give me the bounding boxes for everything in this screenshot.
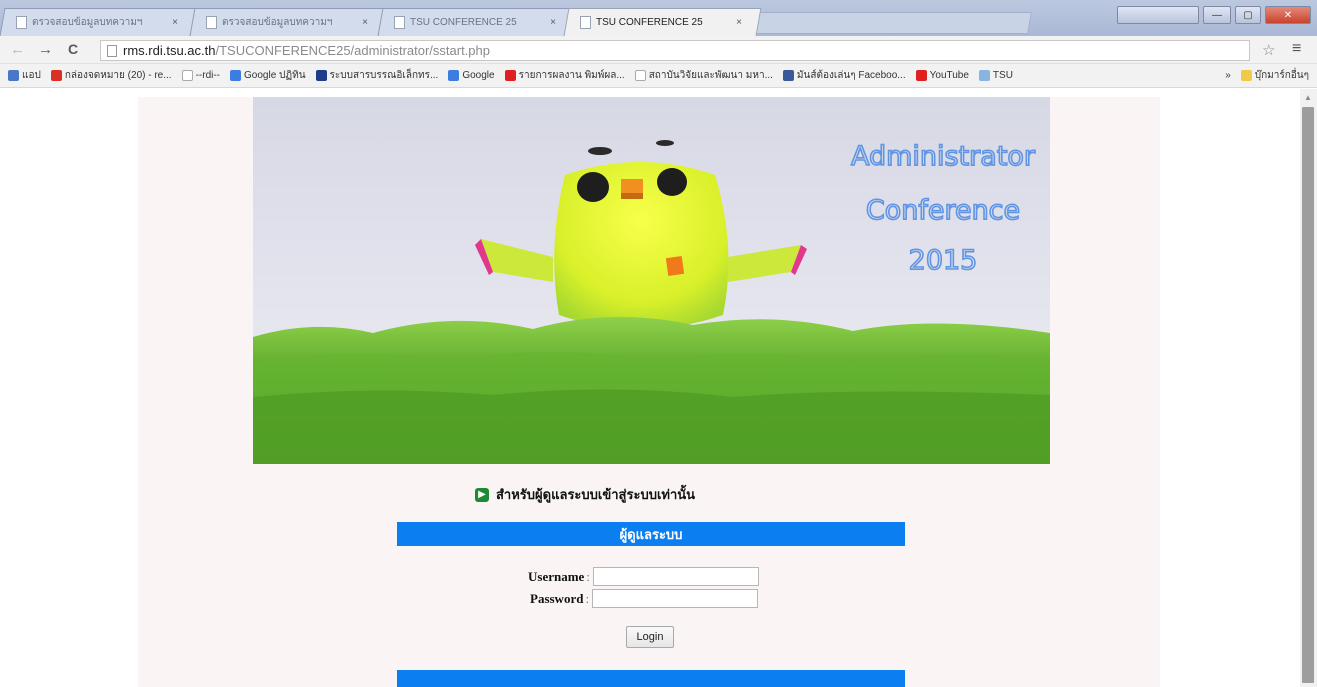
page-icon: [634, 70, 646, 81]
maximize-button[interactable]: ▢: [1235, 6, 1261, 24]
calendar-icon: [230, 70, 242, 81]
reload-icon[interactable]: C: [68, 41, 78, 57]
bookmark-tsu[interactable]: TSU: [978, 70, 1013, 81]
password-label: Password: [530, 590, 584, 606]
login-button[interactable]: Login: [626, 626, 674, 648]
other-bookmarks[interactable]: บุ๊กมาร์กอื่นๆ: [1240, 68, 1309, 83]
password-colon: :: [585, 590, 590, 606]
banner-image: Administrator Conference 2015: [253, 97, 1050, 464]
close-window-button[interactable]: ✕: [1265, 6, 1311, 24]
scroll-up-icon[interactable]: ▲: [1304, 93, 1312, 102]
bookmark-youtube[interactable]: YouTube: [915, 70, 969, 81]
header-banner: Administrator Conference 2015: [253, 97, 1050, 464]
scroll-thumb[interactable]: [1302, 107, 1314, 683]
banner-title-line1: Administrator: [851, 141, 1036, 172]
username-label: Username: [528, 568, 585, 584]
bookmark-facebook[interactable]: มันส์ต้องเล่นๆ Faceboo...: [782, 68, 906, 83]
browser-tab-3-label-wrap[interactable]: TSU CONFERENCE 25 ×: [384, 8, 564, 36]
tsu-icon: [978, 70, 990, 81]
url-host: rms.rdi.tsu.ac.th: [123, 43, 216, 58]
bookmarks-overflow-icon[interactable]: »: [1225, 70, 1231, 81]
url-input[interactable]: rms.rdi.tsu.ac.th/TSUCONFERENCE25/admini…: [100, 40, 1250, 61]
banner-title-line2: Conference: [866, 195, 1020, 226]
chick-eye-left: [577, 172, 609, 202]
page-favicon-icon: [580, 15, 591, 29]
page-icon: [181, 70, 193, 81]
vertical-scrollbar[interactable]: ▲: [1300, 89, 1317, 687]
gmail-icon: [50, 70, 62, 81]
browser-tab-title: TSU CONFERENCE 25: [596, 16, 703, 28]
admin-notice-text: สำหรับผู้ดูแลระบบเข้าสู่ระบบเท่านั้น: [496, 488, 696, 503]
minimize-button[interactable]: —: [1203, 6, 1231, 24]
bookmark-rdi[interactable]: --rdi--: [181, 70, 220, 81]
browser-tab-title: ตรวจสอบข้อมูลบทความฯ: [32, 16, 143, 28]
username-input[interactable]: [592, 567, 759, 586]
address-bar: ← → C rms.rdi.tsu.ac.th/TSUCONFERENCE25/…: [0, 36, 1317, 64]
bookmark-google[interactable]: Google: [448, 70, 495, 81]
page-favicon-icon: [16, 15, 27, 29]
browser-tab-1-label-wrap[interactable]: ตรวจสอบข้อมูลบทความฯ ×: [6, 8, 186, 36]
youtube-icon: [915, 70, 927, 81]
bookmark-publications[interactable]: รายการผลงาน พิมพ์ผล...: [504, 68, 625, 83]
facebook-icon: [782, 70, 794, 81]
bookmarks-bar: แอป กล่องจดหมาย (20) - re... --rdi-- Goo…: [0, 64, 1317, 88]
footer-bar: [397, 670, 905, 687]
bookmark-e-office[interactable]: ระบบสารบรรณอิเล็กทร...: [315, 68, 438, 83]
bookmark-gmail[interactable]: กล่องจดหมาย (20) - re...: [50, 68, 172, 83]
window-controls: — ▢ ✕: [1117, 6, 1311, 24]
banner-title-line3: 2015: [909, 245, 978, 276]
forward-icon[interactable]: →: [38, 41, 53, 58]
browser-tab-strip: ตรวจสอบข้อมูลบทความฯ × ตรวจสอบข้อมูลบทคว…: [0, 0, 1317, 36]
browser-tab-active-label-wrap[interactable]: TSU CONFERENCE 25 ×: [570, 8, 750, 36]
browser-tab-2-label-wrap[interactable]: ตรวจสอบข้อมูลบทความฯ ×: [196, 8, 376, 36]
page-favicon-icon: [394, 15, 405, 29]
bookmark-apps[interactable]: แอป: [8, 68, 41, 83]
browser-tab-title: TSU CONFERENCE 25: [410, 16, 517, 28]
page-favicon-icon: [206, 15, 217, 29]
e-office-icon: [315, 70, 327, 81]
close-tab-icon[interactable]: ×: [362, 17, 368, 28]
admin-notice: ▶ สำหรับผู้ดูแลระบบเข้าสู่ระบบเท่านั้น: [475, 484, 695, 505]
back-icon[interactable]: ←: [10, 41, 25, 58]
browser-menu-icon[interactable]: ≡: [1292, 40, 1301, 58]
bookmark-google-calendar[interactable]: Google ปฏิทิน: [230, 68, 306, 83]
password-input[interactable]: [592, 589, 759, 608]
bookmarks-right: » บุ๊กมาร์กอื่นๆ: [1225, 68, 1309, 83]
close-tab-icon[interactable]: ×: [736, 17, 742, 28]
chick-eye-right: [657, 168, 687, 196]
username-colon: :: [586, 568, 590, 584]
bookmark-institute[interactable]: สถาบันวิจัยและพัฒนา มหา...: [634, 68, 773, 83]
username-row: Username :: [528, 567, 759, 586]
page-viewport: Administrator Conference 2015 ▶ สำหรับผู…: [0, 89, 1300, 687]
url-path: /TSUCONFERENCE25/administrator/sstart.ph…: [215, 43, 490, 58]
login-header: ผู้ดูแลระบบ: [397, 522, 905, 546]
browser-tab-title: ตรวจสอบข้อมูลบทความฯ: [222, 16, 333, 28]
arrow-right-icon: ▶: [475, 487, 489, 502]
close-tab-icon[interactable]: ×: [550, 17, 556, 28]
bookmark-star-icon[interactable]: ☆: [1262, 41, 1275, 59]
video-icon: [504, 70, 516, 81]
close-tab-icon[interactable]: ×: [172, 17, 178, 28]
profile-button[interactable]: [1117, 6, 1199, 24]
apps-icon: [8, 70, 19, 81]
folder-icon: [1240, 70, 1252, 81]
new-tab-button[interactable]: [748, 12, 1032, 34]
password-row: Password :: [530, 589, 759, 608]
google-icon: [448, 70, 460, 81]
page-icon: [107, 44, 117, 57]
